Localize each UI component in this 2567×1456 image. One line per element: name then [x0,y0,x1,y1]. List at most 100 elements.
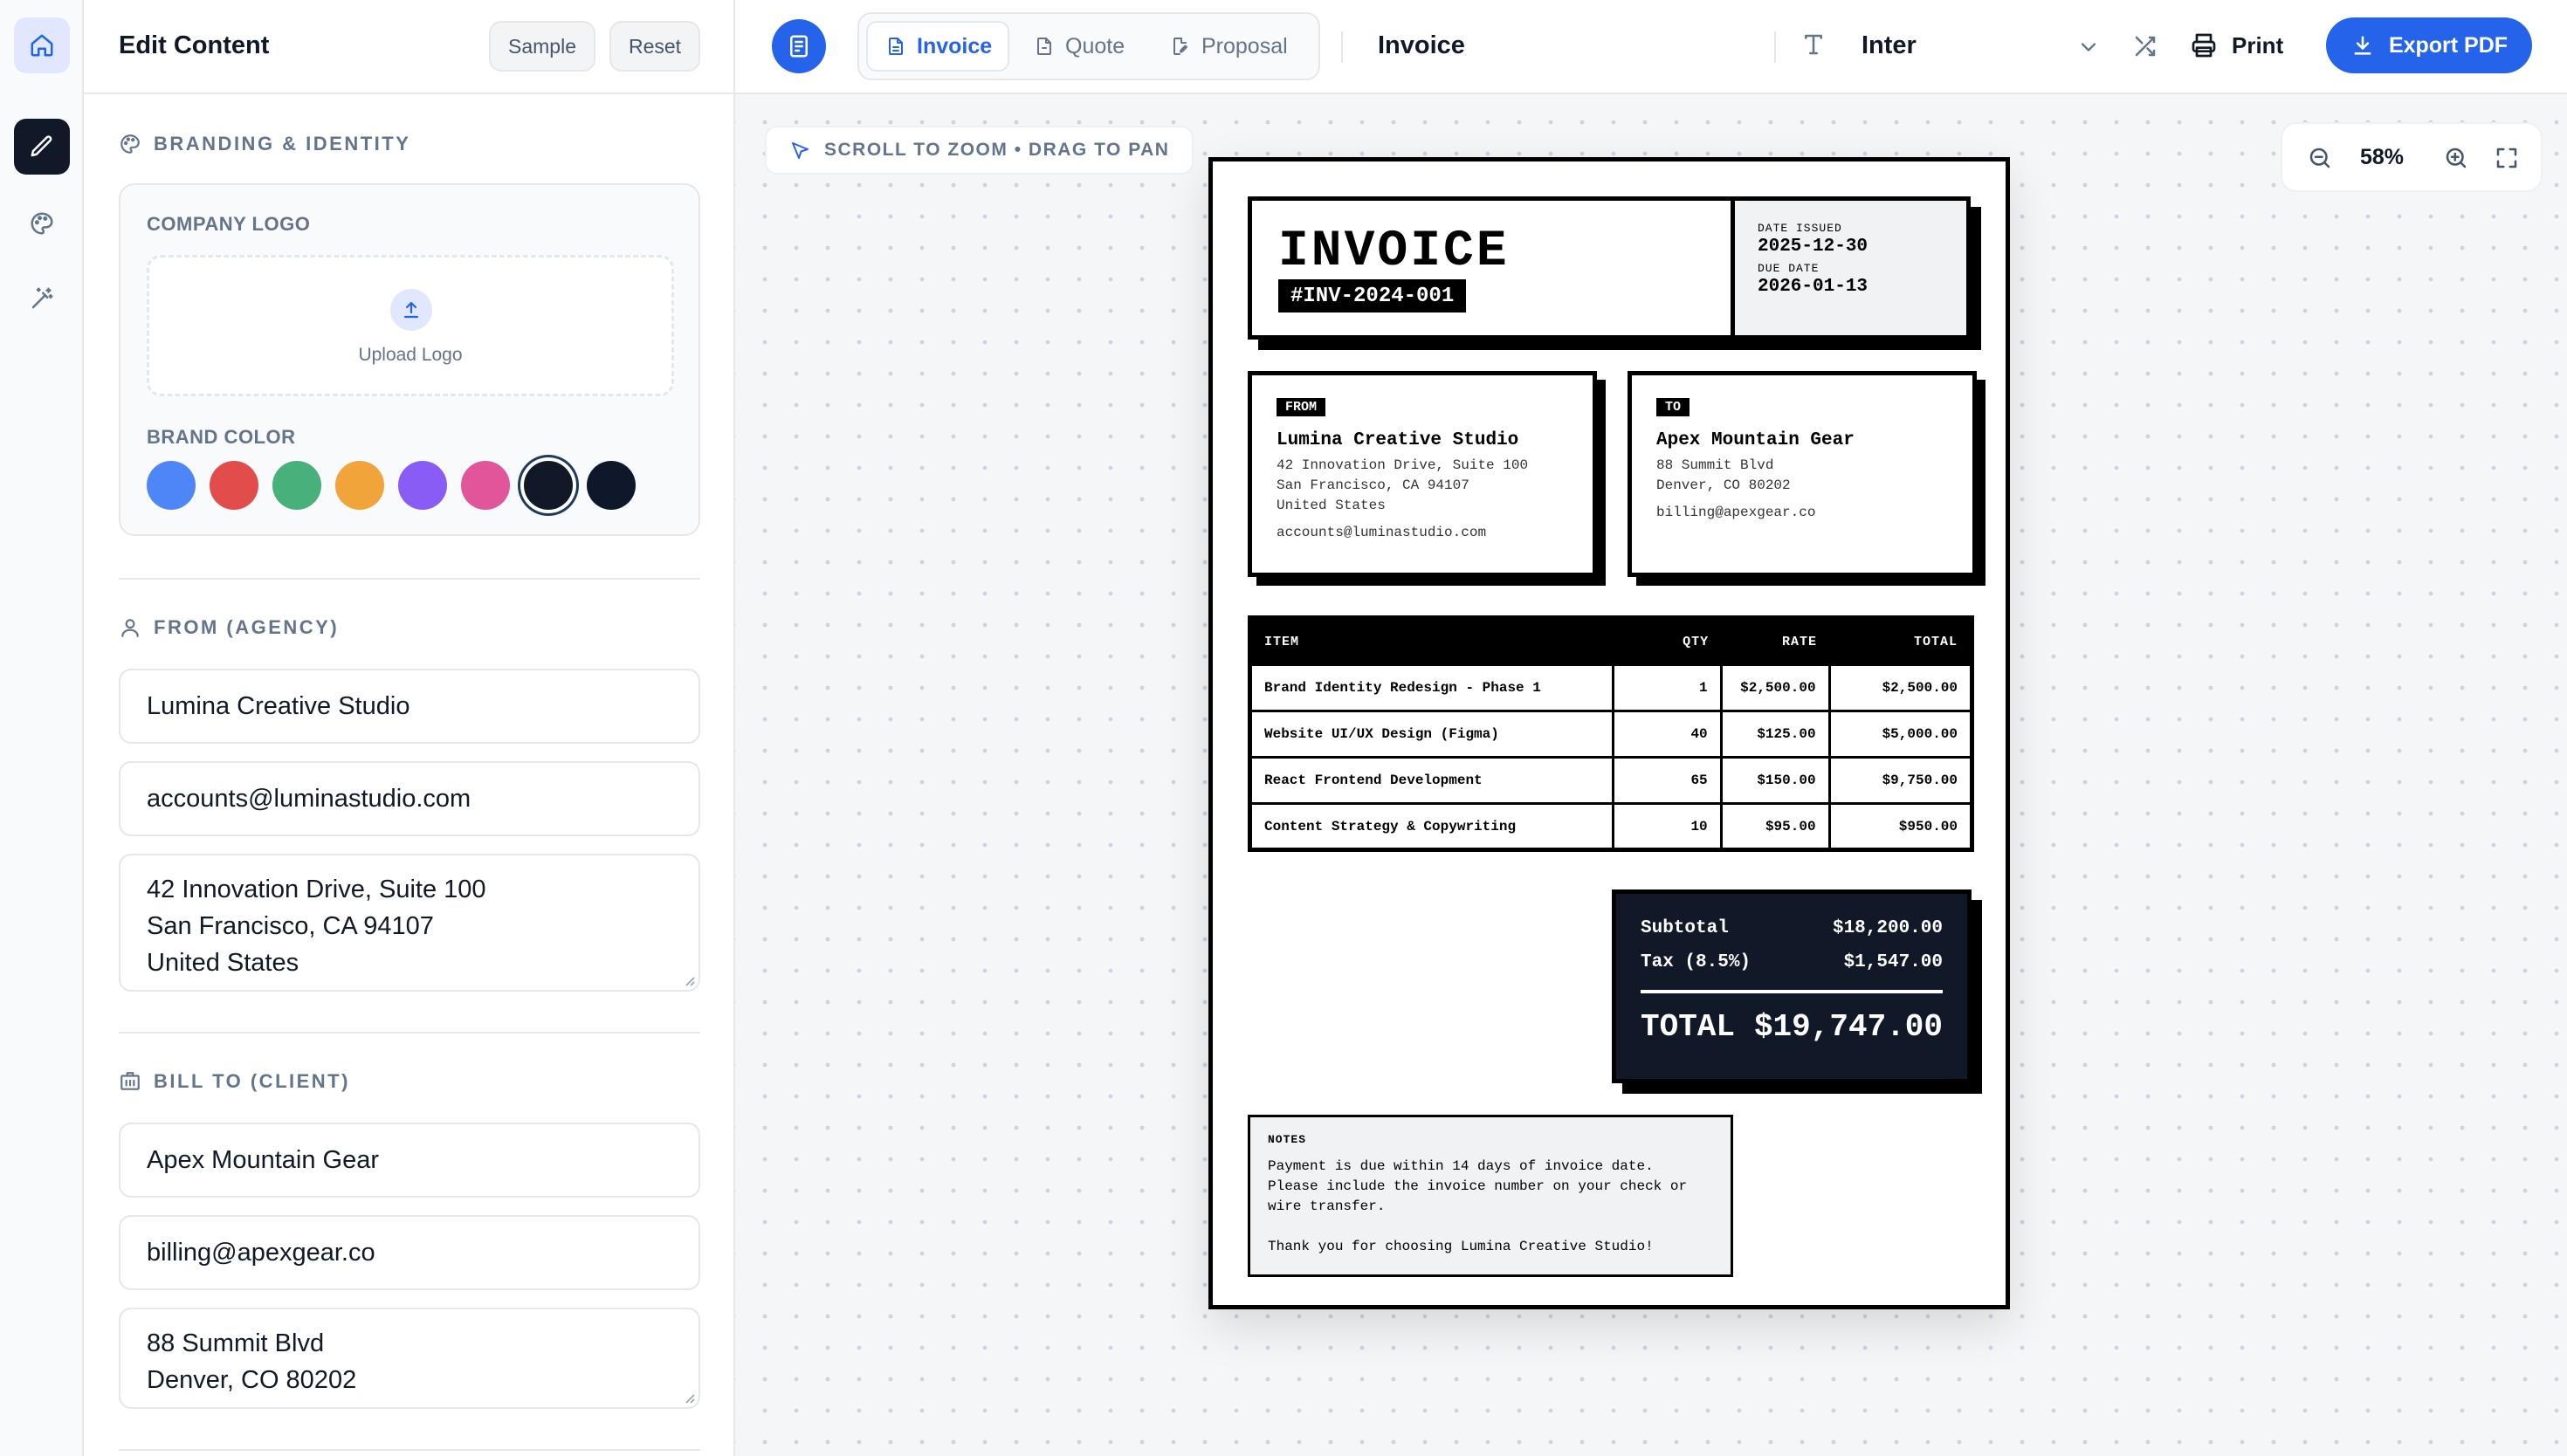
tab-quote[interactable]: Quote [1016,21,1153,72]
canvas-hint-text: SCROLL TO ZOOM • DRAG TO PAN [824,140,1170,160]
item-total: $950.00 [1827,802,1974,851]
agency-email-field[interactable]: accounts@luminastudio.com [119,761,700,836]
home-button[interactable] [14,17,70,73]
zoom-level: 58% [2359,145,2405,169]
style-button[interactable] [14,196,70,251]
to-address-line: Denver, CO 80202 [1656,477,1791,493]
chevron-down-icon[interactable] [2076,35,2101,59]
line-items-table: ITEM QTY RATE TOTAL Brand Identity Redes… [1248,615,1974,852]
tax-row: Tax (8.5%) $1,547.00 [1641,952,1943,972]
table-row: Brand Identity Redesign - Phase 1 1 $2,500… [1248,663,1974,712]
subtotal-row: Subtotal $18,200.00 [1641,918,1943,938]
ai-assist-button[interactable] [14,271,70,326]
totals-box: Subtotal $18,200.00 Tax (8.5%) $1,547.00… [1612,889,1972,1083]
top-toolbar: Invoice Quote Proposal Invoice Inter Pri… [735,0,2567,94]
download-icon [2354,36,2371,55]
invoice-dates: DATE ISSUED 2025-12-30 DUE DATE 2026-01-… [1731,201,1966,335]
zoom-out-icon[interactable] [2307,145,2333,171]
document-name: Invoice [1378,31,1465,59]
grand-total-row: TOTAL $19,747.00 [1641,1009,1943,1045]
brand-color-swatch[interactable] [524,461,573,510]
to-email: billing@apexgear.co [1656,505,1816,520]
from-card: FROM Lumina Creative Studio 42 Innovatio… [1248,371,1597,577]
from-address-line: San Francisco, CA 94107 [1277,477,1469,493]
notes-line: wire transfer. [1268,1198,1386,1214]
due-date-label: DUE DATE [1758,262,1820,275]
section-divider [119,578,700,580]
from-email: accounts@luminastudio.com [1277,525,1487,540]
item-description: Content Strategy & Copywriting [1248,802,1615,851]
agency-address-line: San Francisco, CA 94107 [147,912,434,940]
brand-color-swatch[interactable] [461,461,510,510]
zoom-in-icon[interactable] [2443,145,2469,171]
logo-upload-dropzone[interactable]: Upload Logo [147,255,674,396]
print-button[interactable]: Print [2232,32,2283,59]
client-address-line: Denver, CO 80202 [147,1366,357,1394]
from-name: Lumina Creative Studio [1277,430,1519,450]
item-qty: 40 [1612,710,1723,759]
agency-name-field[interactable]: Lumina Creative Studio [119,669,700,744]
export-pdf-button[interactable]: Export PDF [2326,17,2532,73]
column-header-total: TOTAL [1829,617,1972,665]
reset-button[interactable]: Reset [609,21,700,72]
printer-icon[interactable] [2190,31,2218,59]
notes-label: NOTES [1268,1133,1307,1146]
table-row: Content Strategy & Copywriting 10 $95.00 $9… [1248,802,1974,851]
branding-section-label: BRANDING & IDENTITY [154,133,411,155]
resize-handle-icon[interactable] [683,974,695,986]
brand-color-swatch[interactable] [210,461,258,510]
document-type-tabs: Invoice Quote Proposal [857,12,1320,80]
export-pdf-label: Export PDF [2388,32,2509,58]
from-address-line: 42 Innovation Drive, Suite 100 [1277,457,1529,473]
agency-address-field[interactable]: 42 Innovation Drive, Suite 100 San Franc… [119,854,700,992]
item-qty: 1 [1612,663,1723,712]
tab-invoice[interactable]: Invoice [866,21,1009,72]
resize-handle-icon[interactable] [683,1391,695,1404]
bill-to-section-label: BILL TO (CLIENT) [154,1070,350,1092]
fullscreen-icon[interactable] [2494,145,2520,171]
invoice-header: INVOICE #INV-2024-001 DATE ISSUED 2025-1… [1248,196,1971,340]
item-total: $2,500.00 [1827,663,1974,712]
type-icon [1805,34,1822,55]
font-select[interactable]: Inter [1862,31,1917,60]
invoice-number: #INV-2024-001 [1278,279,1467,312]
app-logo[interactable] [772,19,826,73]
magic-wand-icon [31,287,53,309]
brand-color-label: BRAND COLOR [147,426,296,448]
file-text-icon [889,38,903,55]
brand-color-swatches [147,461,636,510]
item-rate: $95.00 [1719,802,1831,851]
to-card: TO Apex Mountain Gear 88 Summit Blvd Den… [1628,371,1977,577]
table-row: Website UI/UX Design (Figma) 40 $125.00 $5,… [1248,710,1974,759]
item-rate: $2,500.00 [1719,663,1831,712]
branding-section-title: BRANDING & IDENTITY [119,133,410,155]
brand-color-swatch[interactable] [335,461,384,510]
item-qty: 10 [1612,802,1723,851]
tax-value: $1,547.00 [1843,952,1943,972]
item-total: $5,000.00 [1827,710,1974,759]
brand-color-swatch[interactable] [147,461,196,510]
branding-card: COMPANY LOGO Upload Logo BRAND COLOR [119,183,700,536]
table-header-row: ITEM QTY RATE TOTAL [1249,617,1972,665]
shuffle-icon[interactable] [2132,33,2158,59]
client-address-field[interactable]: 88 Summit Blvd Denver, CO 80202 [119,1308,700,1409]
brand-color-swatch[interactable] [587,461,636,510]
total-value: $19,747.00 [1753,1009,1943,1045]
item-description: Website UI/UX Design (Figma) [1248,710,1615,759]
panel-header: Edit Content Sample Reset [84,0,733,94]
item-description: React Frontend Development [1248,756,1615,805]
brand-color-swatch[interactable] [398,461,447,510]
tab-proposal[interactable]: Proposal [1153,21,1318,72]
due-date-value: 2026-01-13 [1758,277,1868,297]
panel-title: Edit Content [119,31,270,59]
client-name-field[interactable]: Apex Mountain Gear [119,1123,700,1198]
brand-color-swatch[interactable] [272,461,321,510]
column-header-item: ITEM [1249,617,1614,665]
client-address-line: 88 Summit Blvd [147,1329,325,1357]
pencil-icon [31,135,52,157]
item-description: Brand Identity Redesign - Phase 1 [1248,663,1615,712]
client-email-field[interactable]: billing@apexgear.co [119,1215,700,1290]
edit-content-button[interactable] [14,119,70,175]
sample-button[interactable]: Sample [489,21,595,72]
totals-divider [1641,990,1943,993]
